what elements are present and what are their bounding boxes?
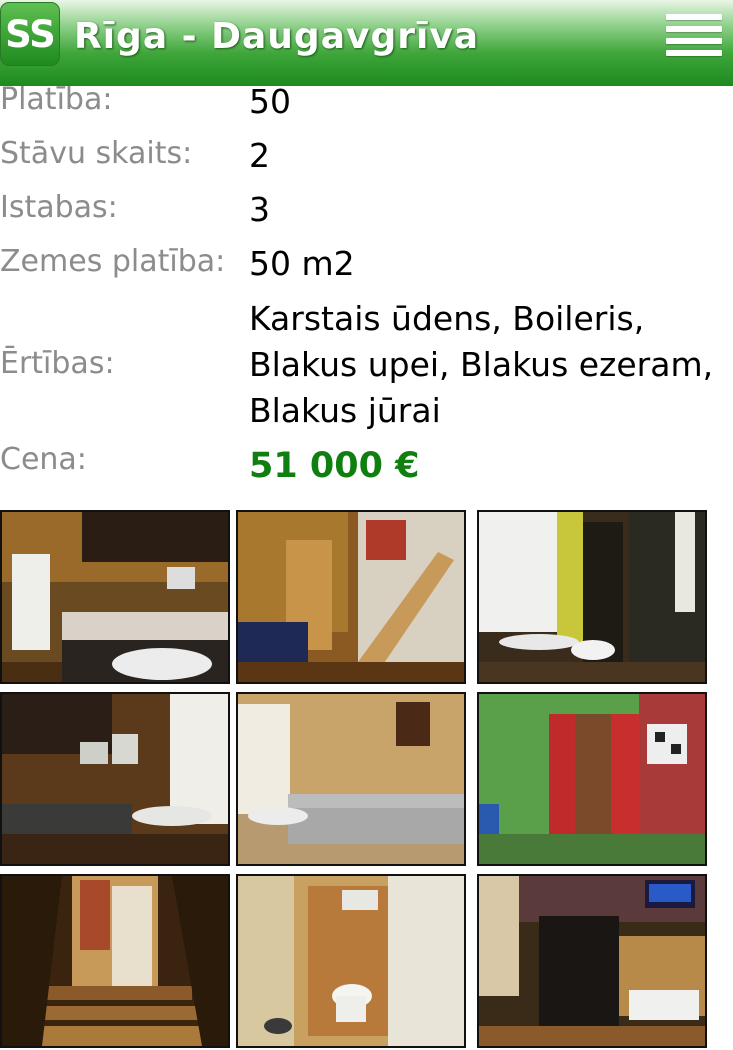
detail-label: Stāvu skaits: bbox=[0, 136, 193, 171]
detail-value: 3 bbox=[249, 190, 270, 229]
photo-window-room[interactable] bbox=[477, 510, 707, 684]
detail-value: 50 bbox=[249, 82, 291, 121]
detail-label: Istabas: bbox=[0, 190, 118, 225]
photo-sofa-room[interactable] bbox=[236, 692, 466, 866]
price-value: 51 000 € bbox=[249, 446, 420, 486]
ss-logo[interactable]: SS bbox=[0, 2, 60, 66]
detail-label: Cena: bbox=[0, 442, 87, 477]
photo-kitchen-corner[interactable] bbox=[0, 692, 230, 866]
hamburger-menu-icon[interactable] bbox=[664, 10, 724, 62]
header-bar: SS Rīga - Daugavgrīva bbox=[0, 0, 733, 86]
photo-shower[interactable] bbox=[477, 692, 707, 866]
photo-tv-room[interactable] bbox=[477, 874, 707, 1048]
photo-kitchen[interactable] bbox=[0, 510, 230, 684]
photo-staircase[interactable] bbox=[0, 874, 230, 1048]
detail-value: 50 m2 bbox=[249, 244, 355, 283]
photo-living-stairs[interactable] bbox=[236, 510, 466, 684]
detail-value: Karstais ūdens, Boileris, Blakus upei, B… bbox=[249, 299, 714, 430]
detail-label: Zemes platība: bbox=[0, 244, 226, 279]
detail-value: 2 bbox=[249, 136, 270, 175]
photo-toilet[interactable] bbox=[236, 874, 466, 1048]
detail-label: Ērtības: bbox=[0, 346, 115, 381]
page-title: Rīga - Daugavgrīva bbox=[74, 16, 480, 57]
detail-label: Platība: bbox=[0, 82, 113, 117]
